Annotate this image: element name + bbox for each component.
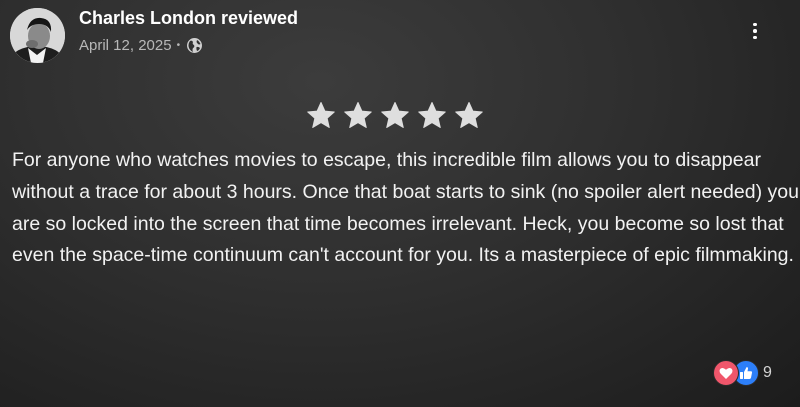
more-vertical-icon-dot: [753, 29, 757, 33]
more-vertical-icon-dot: [753, 22, 757, 27]
review-date[interactable]: April 12, 2025: [79, 37, 172, 54]
review-meta: April 12, 2025 •: [79, 35, 203, 55]
star-icon: [344, 102, 372, 128]
review-text: For anyone who watches movies to escape,…: [12, 149, 799, 267]
more-vertical-icon-dot: [753, 35, 757, 40]
reviewer-name[interactable]: Charles London reviewed: [79, 8, 298, 29]
star-icon: [455, 102, 483, 128]
star-icon: [307, 102, 335, 128]
review-card: Charles London reviewed April 12, 2025 •…: [0, 0, 800, 407]
star-icon: [381, 102, 409, 128]
reaction-count: 9: [763, 364, 772, 381]
avatar[interactable]: [10, 8, 65, 63]
heart-icon: [713, 360, 739, 386]
globe-icon: [186, 37, 203, 54]
star-rating: [306, 101, 484, 131]
avatar-photo: [10, 8, 65, 63]
reactions-summary[interactable]: 9: [713, 360, 772, 386]
star-icon: [418, 102, 446, 128]
meta-separator: •: [176, 39, 181, 51]
more-options-button[interactable]: [744, 18, 766, 44]
